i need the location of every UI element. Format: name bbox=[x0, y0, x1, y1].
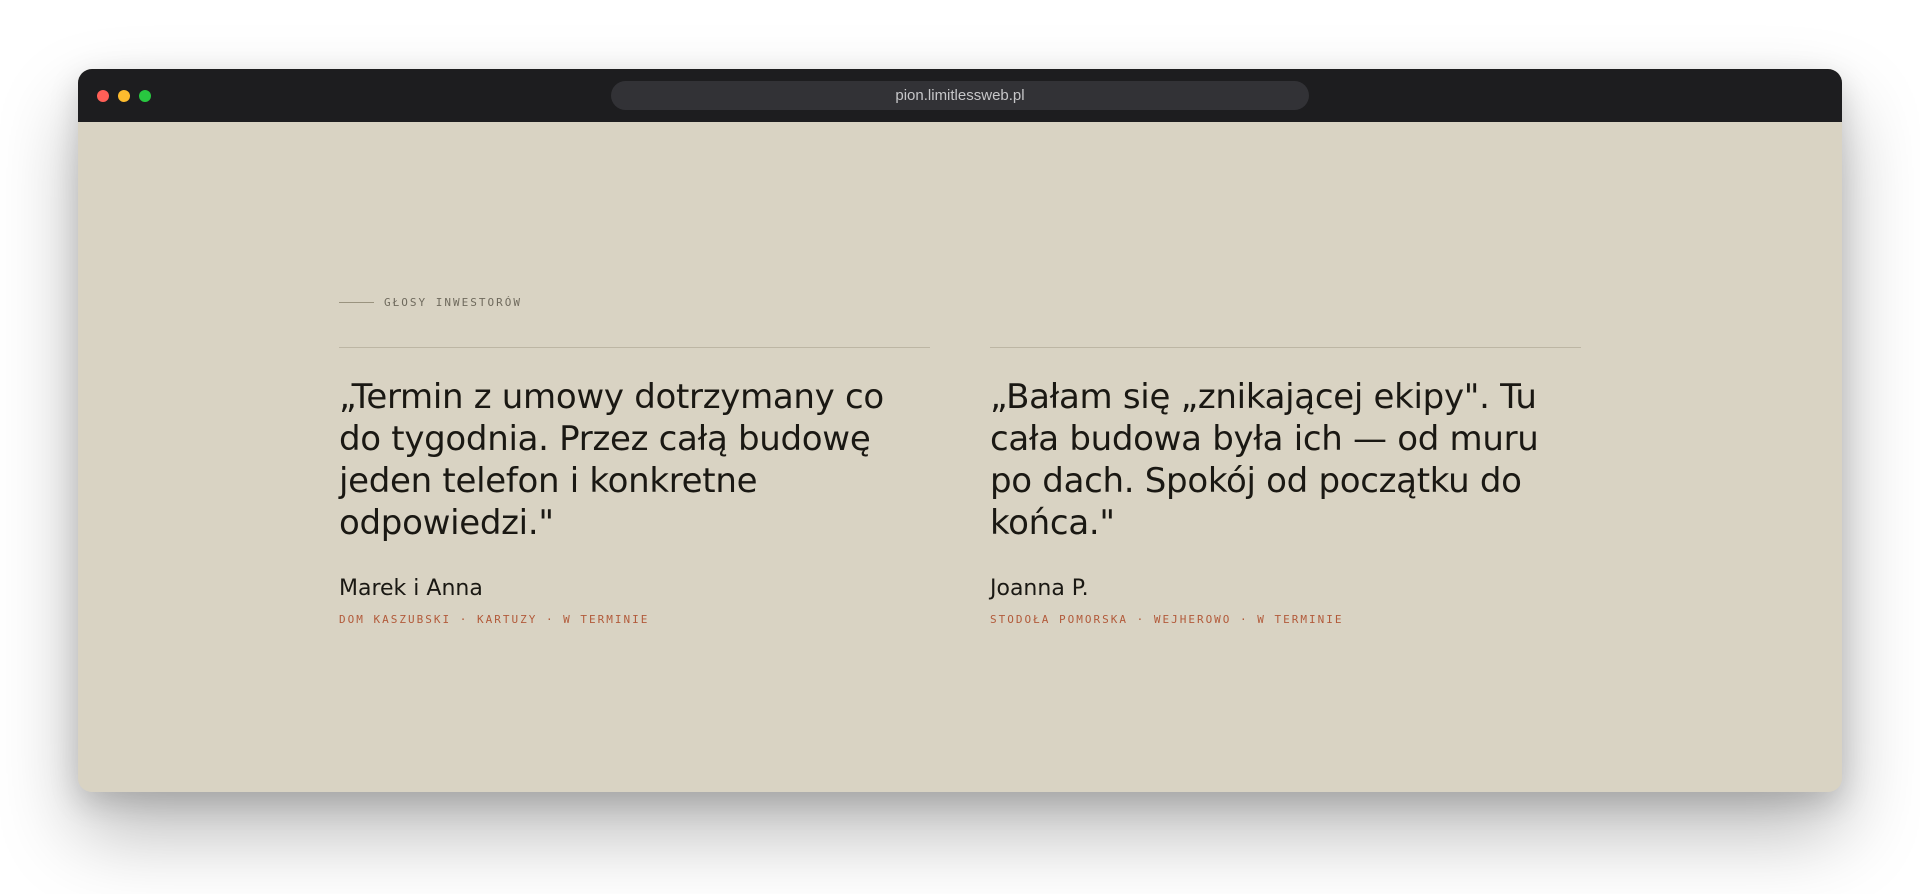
testimonial-meta: STODOŁA POMORSKA · WEJHEROWO · W TERMINI… bbox=[990, 613, 1344, 626]
section-eyebrow: GŁOSY INWESTORÓW bbox=[339, 296, 522, 309]
testimonial-meta: DOM KASZUBSKI · KARTUZY · W TERMINIE bbox=[339, 613, 650, 626]
testimonial-card: „Termin z umowy dotrzymany co do tygodni… bbox=[339, 347, 930, 626]
testimonial-author: Joanna P. bbox=[990, 576, 1089, 601]
maximize-window-icon[interactable] bbox=[139, 90, 151, 102]
address-bar[interactable]: pion.limitlessweb.pl bbox=[611, 81, 1309, 110]
testimonial-author: Marek i Anna bbox=[339, 576, 483, 601]
testimonials-section: GŁOSY INWESTORÓW „Termin z umowy dotrzym… bbox=[78, 122, 1842, 792]
card-divider bbox=[339, 347, 930, 348]
eyebrow-divider bbox=[339, 302, 374, 303]
browser-titlebar: pion.limitlessweb.pl bbox=[78, 69, 1842, 122]
eyebrow-label: GŁOSY INWESTORÓW bbox=[384, 296, 522, 309]
testimonial-quote: „Termin z umowy dotrzymany co do tygodni… bbox=[339, 377, 884, 543]
testimonial-card: „Bałam się „znikającej ekipy". Tu cała b… bbox=[990, 347, 1581, 626]
close-window-icon[interactable] bbox=[97, 90, 109, 102]
card-divider bbox=[990, 347, 1581, 348]
browser-window: pion.limitlessweb.pl GŁOSY INWESTORÓW „T… bbox=[78, 69, 1842, 792]
testimonial-quote: „Bałam się „znikającej ekipy". Tu cała b… bbox=[990, 377, 1539, 543]
minimize-window-icon[interactable] bbox=[118, 90, 130, 102]
